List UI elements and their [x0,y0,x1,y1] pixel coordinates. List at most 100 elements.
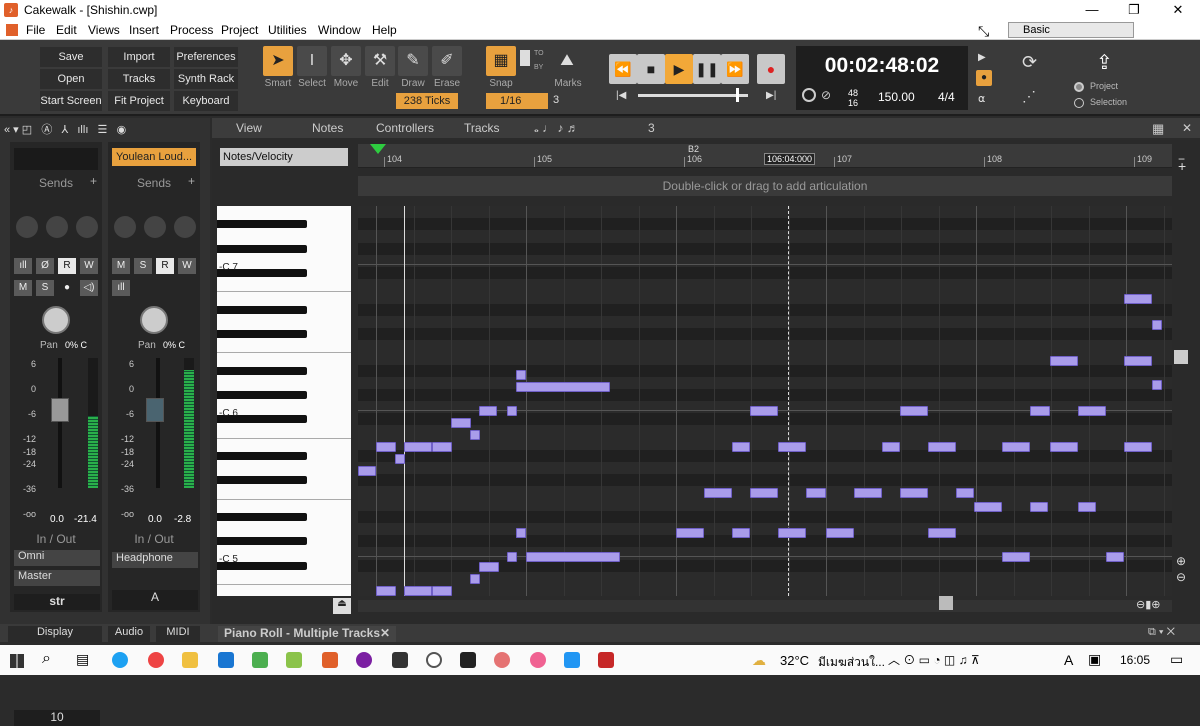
snap-resolution[interactable]: 1/16 [486,93,548,109]
midi-note[interactable] [1078,406,1106,416]
midi-note[interactable] [404,586,432,596]
send-pan-knob[interactable] [76,216,98,238]
black-key[interactable] [217,537,307,546]
horizontal-scrollbar[interactable] [358,600,1172,612]
zoom-out-icon[interactable]: ⊖ [1176,570,1186,584]
fx-bin[interactable] [14,148,98,170]
midi-note[interactable] [854,488,882,498]
midi-note[interactable] [1124,356,1152,366]
open-button[interactable]: Open [40,69,102,89]
task-view-icon[interactable]: ▤ [76,651,89,668]
track-name[interactable]: str [14,594,100,610]
rewind-icon[interactable]: ⏪ [609,54,637,84]
midi-note[interactable] [516,370,526,380]
midi-note[interactable] [1152,320,1162,330]
output-select[interactable]: Master [14,570,100,586]
midi-note[interactable] [395,454,405,464]
level-knob[interactable] [46,216,68,238]
midi-note[interactable] [1030,502,1048,512]
midi-note[interactable] [1050,356,1078,366]
hzoom-icons[interactable]: ⊖▮⊕ [1136,598,1161,611]
read-button[interactable]: R [58,258,76,274]
app-icon-9[interactable] [598,652,614,668]
piano-keyboard[interactable]: -C 7 -C 6 -C 5 [217,206,351,596]
vscroll-thumb[interactable] [1174,350,1188,364]
midi-note[interactable] [778,442,806,452]
midi-note[interactable] [1152,380,1162,390]
midi-note[interactable] [432,586,452,596]
midi-note[interactable] [376,442,396,452]
menu-edit[interactable]: Edit [56,23,77,37]
scope-selection-radio[interactable] [1074,98,1084,108]
note-durations-icon[interactable]: 𝅝 ♩ ♪ ♬ [534,121,579,136]
workspace-select[interactable]: Basic [1008,22,1134,38]
language-indicator[interactable]: A [1064,652,1073,668]
edit-tool-icon[interactable]: ⚒ [365,46,395,76]
app-icon-5[interactable] [426,652,442,668]
menu-project[interactable]: Project [221,23,258,37]
midi-note[interactable] [778,528,806,538]
midi-note[interactable] [507,406,517,416]
mute-button[interactable]: M [112,258,130,274]
menu-process[interactable]: Process [170,23,213,37]
snap-toggle[interactable] [520,50,530,66]
black-key[interactable] [217,513,307,521]
midi-note[interactable] [479,562,499,572]
nudge-ticks[interactable]: 238 Ticks [396,93,458,109]
menu-insert[interactable]: Insert [129,23,159,37]
midi-note[interactable] [358,466,376,476]
black-key[interactable] [217,220,307,229]
midi-note[interactable] [806,488,826,498]
view-menu[interactable]: View [236,121,262,135]
input-echo-icon[interactable]: ıll [14,258,32,274]
midi-note[interactable] [404,442,432,452]
midi-note[interactable] [704,488,732,498]
add-send-icon[interactable]: + [90,174,97,188]
stop-icon[interactable]: ■ [637,54,665,84]
save-button[interactable]: Save [40,47,102,67]
loop-start-marker[interactable] [370,144,386,154]
midi-note[interactable] [470,574,480,584]
select-tool-icon[interactable]: I [297,46,327,76]
menu-views[interactable]: Views [88,23,120,37]
tray-icons[interactable]: ︿ ⊙ ▭ ◔ ◫ ♫ ⊼ [888,651,980,668]
read-button[interactable]: R [156,258,174,274]
weather-icon[interactable]: ☁ [752,652,766,669]
preferences-button[interactable]: Preferences [174,47,238,67]
black-key[interactable] [217,305,307,314]
inspector-toolbar-icons[interactable]: « ▾ ◰ Ⓐ ⅄ ıllı ☰ ◉ [4,121,204,137]
close-button[interactable]: ✕ [1160,0,1196,20]
transport-slider-handle[interactable] [736,88,739,102]
midi-note[interactable] [1050,442,1078,452]
volume-fader[interactable] [156,358,160,488]
erase-tool-icon[interactable]: ✐ [432,46,462,76]
articulation-lane[interactable]: Double-click or drag to add articulation [358,176,1172,196]
input-echo-icon[interactable]: ıll [112,280,130,296]
write-button[interactable]: W [80,258,98,274]
midi-note[interactable] [974,502,1002,512]
midi-note[interactable] [516,528,526,538]
midi-note[interactable] [928,528,956,538]
record-small-icon[interactable]: ● [976,70,992,86]
triplet-button[interactable]: 3 [648,121,655,135]
monitor-icon[interactable]: ◁) [80,280,98,296]
play-icon[interactable]: ▶ [665,54,693,84]
marks-icon[interactable]: ⛰ [552,46,582,76]
midi-note[interactable] [507,552,517,562]
tracks-button[interactable]: Tracks [108,69,170,89]
midi-note[interactable] [882,442,900,452]
add-send-icon[interactable]: + [188,174,195,188]
explorer-icon[interactable] [182,652,198,668]
app-icon-2[interactable] [286,652,302,668]
controllers-menu[interactable]: Controllers [376,121,434,135]
resize-icon[interactable]: ⤡ [978,23,989,40]
now-time[interactable]: 00:02:48:02 [796,54,968,78]
smart-tool-icon[interactable]: ➤ [263,46,293,76]
menu-window[interactable]: Window [318,23,361,37]
transport-slider[interactable] [638,94,748,97]
mail-icon[interactable] [218,652,234,668]
draw-tool-icon[interactable]: ✎ [398,46,428,76]
midi-note[interactable] [928,442,956,452]
snap-grid-icon[interactable]: ▦ [486,46,516,76]
midi-note[interactable] [1124,442,1152,452]
